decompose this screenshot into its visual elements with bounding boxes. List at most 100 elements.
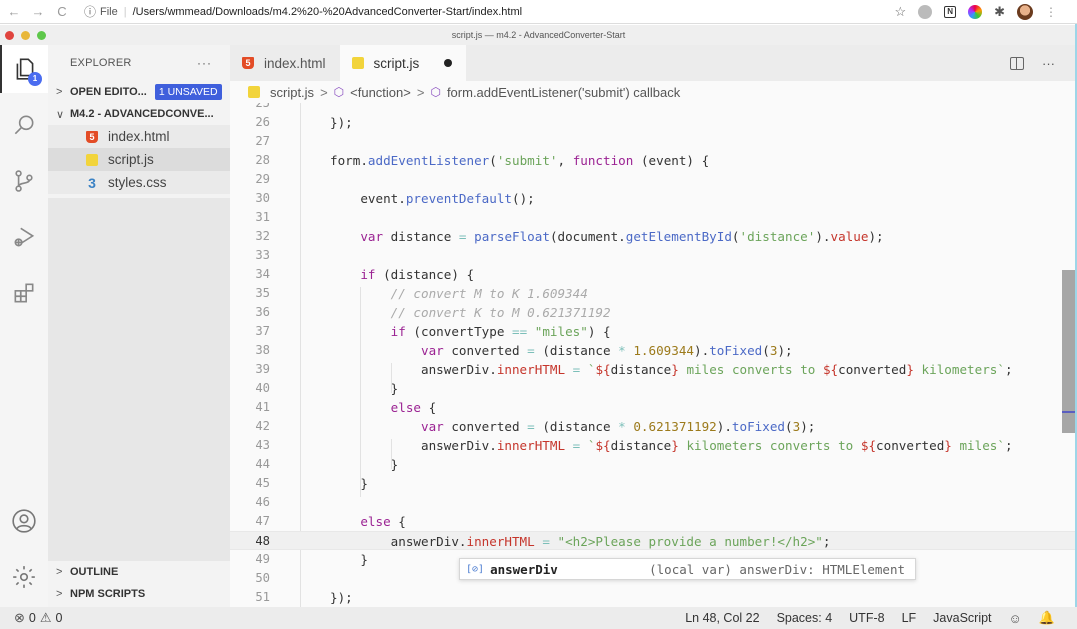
feedback-icon[interactable]: ☺ (1009, 611, 1022, 626)
extensions-puzzle-icon[interactable]: ✱ (994, 4, 1005, 20)
color-extension-icon[interactable] (968, 4, 983, 19)
line-number: 26 (255, 115, 270, 129)
sidebar-bottom-sections: > OUTLINE > NPM SCRIPTS (48, 561, 230, 605)
code-line[interactable]: 27 (230, 132, 1077, 151)
line-ending[interactable]: LF (902, 611, 917, 625)
code-line[interactable]: 26}); (230, 113, 1077, 132)
code-text[interactable]: var converted = (distance * 0.621371192)… (330, 417, 815, 436)
status-bar-right: Ln 48, Col 22 Spaces: 4 UTF-8 LF JavaScr… (685, 610, 1055, 626)
line-number: 38 (255, 343, 270, 357)
file-item-index-html[interactable]: 5 index.html (48, 125, 230, 148)
code-line[interactable]: 47 else { (230, 512, 1077, 531)
extensions-activity-button[interactable] (0, 269, 48, 317)
code-line[interactable]: 34 if (distance) { (230, 265, 1077, 284)
problems-indicator[interactable]: ⊗ 0 ⚠ 0 (14, 610, 62, 626)
code-text[interactable]: answerDiv.innerHTML = `${distance} miles… (330, 360, 1013, 379)
encoding[interactable]: UTF-8 (849, 611, 884, 625)
scrollbar-thumb[interactable] (1062, 270, 1076, 433)
code-line[interactable]: 31 (230, 208, 1077, 227)
code-line[interactable]: 33 (230, 246, 1077, 265)
code-text[interactable]: } (330, 379, 399, 398)
line-number: 36 (255, 305, 270, 319)
manage-activity-button[interactable] (0, 553, 48, 601)
autocomplete-popup[interactable]: [⊘] answerDiv (local var) answerDiv: HTM… (459, 558, 916, 580)
code-line[interactable]: 38 var converted = (distance * 1.609344)… (230, 341, 1077, 360)
notifications-bell-icon[interactable]: 🔔 (1039, 610, 1055, 626)
code-text[interactable]: }); (330, 113, 353, 132)
code-line[interactable]: 25 (230, 103, 1077, 113)
code-line[interactable]: 36 // convert K to M 0.621371192 (230, 303, 1077, 322)
code-text[interactable]: }); (330, 588, 353, 607)
code-line[interactable]: 35 // convert M to K 1.609344 (230, 284, 1077, 303)
explorer-activity-button[interactable]: 1 (0, 45, 48, 93)
code-line[interactable]: 46 (230, 493, 1077, 512)
info-icon[interactable]: ⓘ (84, 3, 96, 20)
code-text[interactable]: if (convertType == "miles") { (330, 322, 611, 341)
breadcrumb-item[interactable]: script.js (270, 85, 314, 100)
code-text[interactable]: if (distance) { (330, 265, 474, 284)
code-line[interactable]: 51}); (230, 588, 1077, 607)
notion-extension-icon[interactable]: N (944, 5, 957, 18)
code-line[interactable]: 43 answerDiv.innerHTML = `${distance} ki… (230, 436, 1077, 455)
code-text[interactable]: event.preventDefault(); (330, 189, 534, 208)
code-line[interactable]: 28 form.addEventListener('submit', functi… (230, 151, 1077, 170)
code-editor[interactable]: 25 26}); 27 28 form.addEventListener('submit… (230, 103, 1077, 607)
code-line[interactable]: 48 answerDiv.innerHTML = "<h2>Please pro… (230, 531, 1077, 550)
code-text[interactable]: else { (330, 398, 437, 417)
reload-button[interactable]: C (50, 4, 74, 19)
code-line[interactable]: 41 else { (230, 398, 1077, 417)
indentation[interactable]: Spaces: 4 (777, 611, 833, 625)
code-line[interactable]: 44 } (230, 455, 1077, 474)
cursor-position[interactable]: Ln 48, Col 22 (685, 611, 759, 625)
search-activity-button[interactable] (0, 101, 48, 149)
code-line[interactable]: 40 } (230, 379, 1077, 398)
code-line[interactable]: 42 var converted = (distance * 0.6213711… (230, 417, 1077, 436)
code-line[interactable]: 45 } (230, 474, 1077, 493)
open-editors-section[interactable]: > OPEN EDITO... 1 UNSAVED (48, 81, 230, 103)
address-bar[interactable]: ⓘ File | /Users/wmmead/Downloads/m4.2%20… (84, 2, 522, 22)
code-text[interactable]: var distance = parseFloat(document.getEl… (330, 227, 883, 246)
bookmark-star-icon[interactable]: ☆ (894, 4, 906, 20)
code-text[interactable]: // convert K to M 0.621371192 (330, 303, 611, 322)
extension-grey-icon[interactable] (918, 4, 933, 19)
breadcrumb-item[interactable]: form.addEventListener('submit') callback (447, 85, 680, 100)
url-text[interactable]: /Users/wmmead/Downloads/m4.2%20-%20Advan… (133, 6, 522, 18)
split-editor-icon[interactable] (1010, 56, 1024, 70)
outline-section[interactable]: > OUTLINE (48, 561, 230, 583)
code-text[interactable]: } (330, 474, 368, 493)
project-folder-section[interactable]: ∨ M4.2 - ADVANCEDCONVE... (48, 103, 230, 125)
code-text[interactable]: form.addEventListener('submit', function… (330, 151, 709, 170)
run-debug-activity-button[interactable] (0, 213, 48, 261)
forward-button[interactable]: → (26, 4, 50, 19)
file-item-styles-css[interactable]: 3 styles.css (48, 171, 230, 194)
code-text[interactable]: } (330, 455, 399, 474)
code-line[interactable]: 37 if (convertType == "miles") { (230, 322, 1077, 341)
symbol-icon: ⬡ (430, 85, 441, 99)
unsaved-dot-icon[interactable] (443, 59, 452, 67)
npm-scripts-section[interactable]: > NPM SCRIPTS (48, 583, 230, 605)
code-line[interactable]: 29 (230, 170, 1077, 189)
code-text[interactable]: answerDiv.innerHTML = `${distance} kilom… (330, 436, 1013, 455)
back-button[interactable]: ← (2, 4, 26, 19)
accounts-activity-button[interactable] (0, 497, 48, 545)
breadcrumb-item[interactable]: <function> (350, 85, 411, 100)
code-text[interactable]: else { (330, 512, 406, 531)
source-control-activity-button[interactable] (0, 157, 48, 205)
line-number: 31 (255, 210, 270, 224)
suggestion-label[interactable]: answerDiv (490, 562, 558, 577)
tab-index-html[interactable]: 5 index.html (230, 45, 340, 81)
code-text[interactable]: } (330, 550, 368, 569)
language-mode[interactable]: JavaScript (933, 611, 991, 625)
code-line[interactable]: 32 var distance = parseFloat(document.ge… (230, 227, 1077, 246)
more-actions-icon[interactable]: ··· (1042, 56, 1055, 71)
tab-script-js[interactable]: script.js (339, 45, 466, 81)
file-item-script-js[interactable]: script.js (48, 148, 230, 171)
code-text[interactable]: answerDiv.innerHTML = "<h2>Please provid… (330, 532, 831, 551)
code-text[interactable]: // convert M to K 1.609344 (330, 284, 588, 303)
browser-menu-icon[interactable]: ⋮ (1045, 5, 1057, 19)
code-line[interactable]: 39 answerDiv.innerHTML = `${distance} mi… (230, 360, 1077, 379)
code-text[interactable]: var converted = (distance * 1.609344).to… (330, 341, 793, 360)
code-line[interactable]: 30 event.preventDefault(); (230, 189, 1077, 208)
explorer-more-actions-icon[interactable]: ··· (197, 56, 212, 70)
profile-avatar[interactable] (1017, 3, 1033, 20)
